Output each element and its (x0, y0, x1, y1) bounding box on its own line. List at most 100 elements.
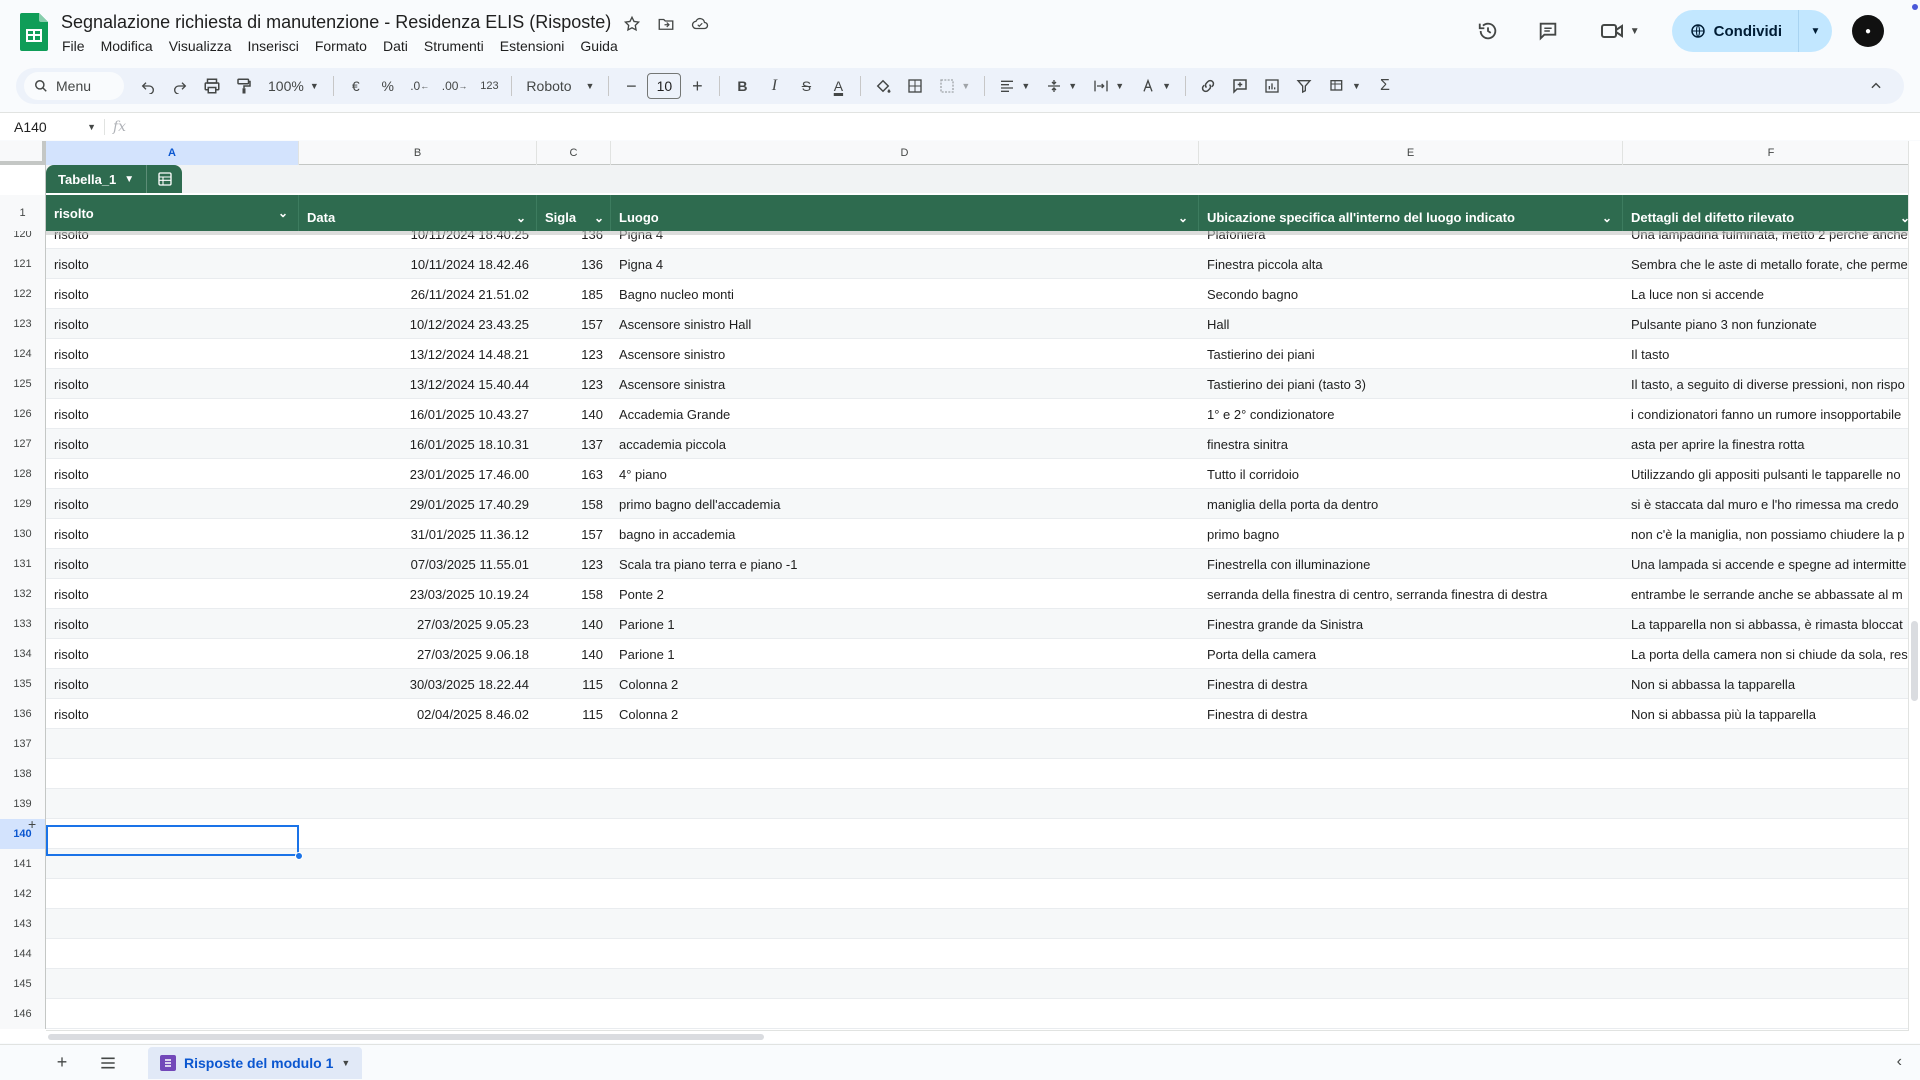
column-header-a[interactable]: A (46, 141, 299, 165)
code-cell[interactable]: 140 (537, 639, 611, 669)
merge-cells-icon[interactable]: ▼ (933, 72, 976, 100)
redo-icon[interactable] (166, 72, 194, 100)
location-cell[interactable]: Finestrella con illuminazione (1199, 549, 1623, 579)
menu-file[interactable]: File (54, 36, 93, 56)
date-cell[interactable]: 23/03/2025 10.19.24 (299, 579, 537, 609)
header-data[interactable]: Data ⌄ (299, 195, 537, 231)
row-header[interactable]: 124 (0, 339, 46, 369)
place-cell[interactable]: Ascensore sinistro (611, 339, 1199, 369)
move-folder-icon[interactable] (654, 12, 678, 36)
date-cell[interactable]: 16/01/2025 10.43.27 (299, 399, 537, 429)
horizontal-scrollbar[interactable] (46, 1030, 1908, 1042)
select-all-corner[interactable] (0, 141, 46, 165)
insert-row-icon[interactable]: + (28, 816, 36, 832)
bold-button[interactable]: B (728, 72, 756, 100)
status-cell[interactable]: risolto (46, 339, 299, 369)
table-tab[interactable]: Tabella_1 ▼ (46, 165, 183, 193)
all-sheets-icon[interactable] (92, 1047, 124, 1079)
location-cell[interactable]: primo bagno (1199, 519, 1623, 549)
column-header-e[interactable]: E (1199, 141, 1623, 165)
borders-icon[interactable] (901, 72, 929, 100)
status-cell[interactable]: risolto (46, 429, 299, 459)
empty-row[interactable] (46, 879, 1920, 909)
row-header[interactable]: 127 (0, 429, 46, 459)
vertical-align-icon[interactable]: ▼ (1040, 72, 1083, 100)
details-cell[interactable]: Pulsante piano 3 non funzionate (1623, 309, 1920, 339)
row-header[interactable]: 142 (0, 879, 46, 909)
details-cell[interactable]: Non si abbassa più la tapparella (1623, 699, 1920, 729)
row-header[interactable]: 133 (0, 609, 46, 639)
version-history-icon[interactable] (1468, 11, 1508, 51)
row-header[interactable]: 144 (0, 939, 46, 969)
fill-color-icon[interactable] (869, 72, 897, 100)
horizontal-scroll-thumb[interactable] (48, 1034, 764, 1040)
row-header[interactable]: 126 (0, 399, 46, 429)
star-icon[interactable] (620, 12, 644, 36)
empty-row[interactable] (46, 909, 1920, 939)
row-header[interactable]: 137 (0, 729, 46, 759)
place-cell[interactable]: accademia piccola (611, 429, 1199, 459)
code-cell[interactable]: 140 (537, 399, 611, 429)
row-header[interactable]: 130 (0, 519, 46, 549)
empty-row[interactable] (46, 999, 1920, 1029)
location-cell[interactable]: Finestra di destra (1199, 699, 1623, 729)
row-header[interactable]: 123 (0, 309, 46, 339)
row-header[interactable]: 132 (0, 579, 46, 609)
empty-row[interactable] (46, 849, 1920, 879)
menu-guida[interactable]: Guida (572, 36, 625, 56)
row-header[interactable]: 138 (0, 759, 46, 789)
row-header[interactable]: 128 (0, 459, 46, 489)
empty-row[interactable] (46, 939, 1920, 969)
header-sigla[interactable]: Sigla ⌄ (537, 195, 611, 231)
date-cell[interactable]: 30/03/2025 18.22.44 (299, 669, 537, 699)
row-header[interactable]: 134 (0, 639, 46, 669)
percent-format-button[interactable]: % (374, 72, 402, 100)
code-cell[interactable]: 158 (537, 489, 611, 519)
date-cell[interactable]: 23/01/2025 17.46.00 (299, 459, 537, 489)
row-header[interactable]: 145 (0, 969, 46, 999)
date-cell[interactable]: 26/11/2024 21.51.02 (299, 279, 537, 309)
status-cell[interactable]: risolto (46, 309, 299, 339)
row-header-1[interactable]: 1 (0, 195, 46, 231)
code-cell[interactable]: 123 (537, 369, 611, 399)
place-cell[interactable]: Ponte 2 (611, 579, 1199, 609)
place-cell[interactable]: Colonna 2 (611, 699, 1199, 729)
text-wrapping-icon[interactable]: ▼ (1087, 72, 1130, 100)
header-risolto[interactable]: risolto ⌄ (46, 195, 299, 231)
menu-estensioni[interactable]: Estensioni (492, 36, 573, 56)
font-select[interactable]: Roboto ▼ (520, 72, 600, 100)
date-cell[interactable]: 27/03/2025 9.06.18 (299, 639, 537, 669)
code-cell[interactable]: 157 (537, 519, 611, 549)
location-cell[interactable]: Tutto il corridoio (1199, 459, 1623, 489)
increase-decimals-button[interactable]: .00 → (438, 72, 472, 100)
location-cell[interactable]: Finestra di destra (1199, 669, 1623, 699)
status-cell[interactable]: risolto (46, 639, 299, 669)
code-cell[interactable]: 157 (537, 309, 611, 339)
code-cell[interactable]: 115 (537, 669, 611, 699)
name-box[interactable]: A140 ▼ (0, 113, 104, 141)
code-cell[interactable]: 115 (537, 699, 611, 729)
status-cell[interactable]: risolto (46, 699, 299, 729)
increase-font-size-button[interactable]: + (683, 72, 711, 100)
date-cell[interactable]: 13/12/2024 14.48.21 (299, 339, 537, 369)
status-cell[interactable]: risolto (46, 669, 299, 699)
horizontal-align-icon[interactable]: ▼ (993, 72, 1036, 100)
details-cell[interactable]: La tapparella non si abbassa, è rimasta … (1623, 609, 1920, 639)
date-cell[interactable]: 31/01/2025 11.36.12 (299, 519, 537, 549)
details-cell[interactable]: Una lampada si accende e spegne ad inter… (1623, 549, 1920, 579)
place-cell[interactable]: primo bagno dell'accademia (611, 489, 1199, 519)
status-cell[interactable]: risolto (46, 519, 299, 549)
location-cell[interactable]: Tastierino dei piani (1199, 339, 1623, 369)
details-cell[interactable]: entrambe le serrande anche se abbassate … (1623, 579, 1920, 609)
filter-icon[interactable] (1290, 72, 1318, 100)
code-cell[interactable]: 158 (537, 579, 611, 609)
code-cell[interactable]: 185 (537, 279, 611, 309)
column-header-f[interactable]: F (1623, 141, 1920, 165)
place-cell[interactable]: Accademia Grande (611, 399, 1199, 429)
code-cell[interactable]: 137 (537, 429, 611, 459)
row-header[interactable]: 125 (0, 369, 46, 399)
date-cell[interactable]: 29/01/2025 17.40.29 (299, 489, 537, 519)
status-cell[interactable]: risolto (46, 459, 299, 489)
meet-button[interactable]: ▼ (1588, 11, 1652, 51)
empty-row[interactable] (46, 969, 1920, 999)
